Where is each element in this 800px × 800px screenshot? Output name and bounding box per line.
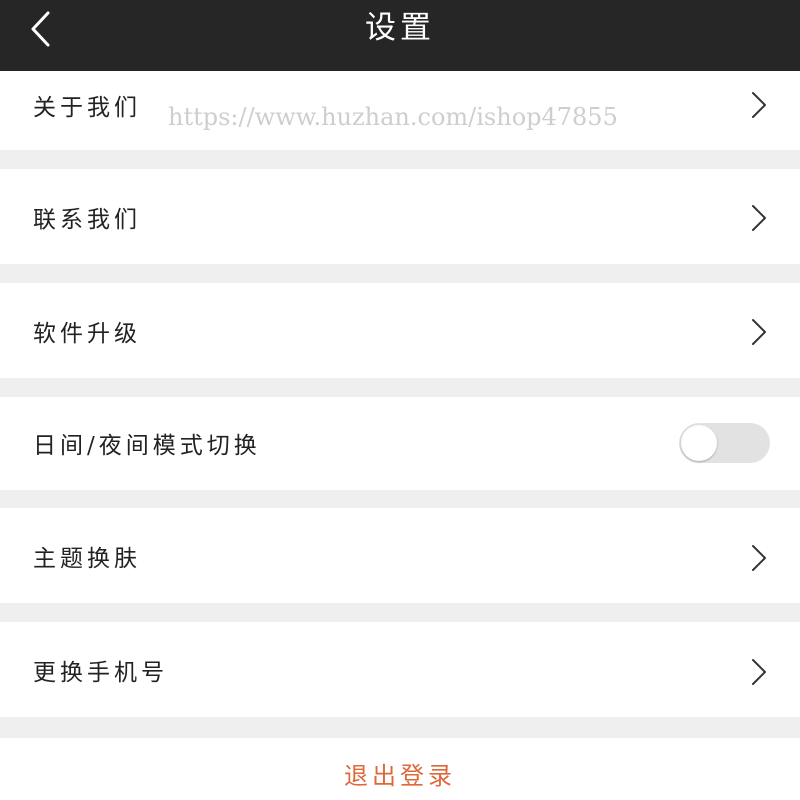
- toggle-knob: [681, 425, 717, 461]
- logout-button[interactable]: 退出登录: [0, 756, 800, 791]
- page-title: 设置: [365, 10, 435, 46]
- chevron-right-icon: [748, 90, 770, 120]
- chevron-right-icon: [748, 203, 770, 233]
- chevron-right-icon: [748, 317, 770, 347]
- top-bar: 设置: [0, 0, 800, 71]
- settings-item-label: 软件升级: [33, 321, 141, 347]
- settings-item-label: 关于我们: [33, 95, 141, 121]
- settings-item-label: 更换手机号: [33, 660, 168, 686]
- settings-item-day-night-mode: 日间/夜间模式切换: [0, 397, 800, 490]
- settings-page: 设置 关于我们 https://www.huzhan.com/ishop4785…: [0, 0, 800, 800]
- settings-item-label: 日间/夜间模式切换: [33, 433, 261, 459]
- settings-item-software-update[interactable]: 软件升级: [0, 283, 800, 378]
- chevron-right-icon: [748, 657, 770, 687]
- chevron-right-icon: [748, 543, 770, 573]
- settings-item-label: 主题换肤: [33, 546, 141, 572]
- logout-section: 退出登录: [0, 738, 800, 800]
- settings-item-label: 联系我们: [33, 207, 141, 233]
- day-night-mode-toggle[interactable]: [679, 423, 770, 463]
- settings-item-about-us[interactable]: 关于我们: [0, 71, 800, 150]
- settings-item-contact-us[interactable]: 联系我们: [0, 169, 800, 264]
- settings-item-theme-skin[interactable]: 主题换肤: [0, 508, 800, 603]
- settings-item-change-phone[interactable]: 更换手机号: [0, 622, 800, 717]
